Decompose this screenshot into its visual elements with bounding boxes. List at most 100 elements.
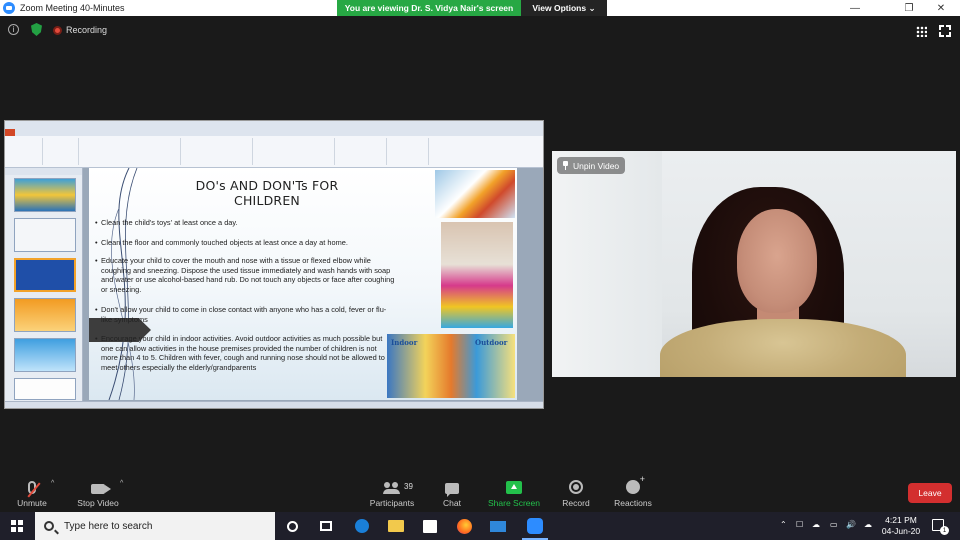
gallery-view-icon[interactable] — [916, 26, 927, 37]
meeting-toolbar: Unmute ^ Stop Video ^ 39 Participants Ch… — [0, 472, 960, 512]
record-dot-icon — [53, 25, 62, 35]
record-label: Record — [562, 498, 590, 508]
slide-thumbnail — [14, 178, 76, 212]
taskbar-clock[interactable]: 4:21 PM 04-Jun-20 — [880, 515, 922, 537]
restore-button[interactable]: ❐ — [894, 0, 924, 16]
meeting-info-icon[interactable]: i — [8, 24, 19, 35]
slide-bullet: Encourage your child in indoor activitie… — [95, 334, 385, 372]
share-screen-label: Share Screen — [488, 498, 540, 508]
taskbar-search-input[interactable] — [64, 520, 254, 532]
slide-thumbnail — [14, 338, 76, 372]
unpin-video-button[interactable]: Unpin Video — [557, 157, 626, 174]
slide-thumbnail — [14, 298, 76, 332]
slide-bullet: Educate your child to cover the mouth an… — [95, 256, 397, 294]
firefox-icon — [456, 518, 472, 534]
store-taskbar-button[interactable] — [420, 516, 440, 536]
participants-count: 39 — [404, 482, 413, 491]
camera-icon — [91, 484, 111, 494]
chat-button[interactable]: Chat — [436, 474, 468, 510]
powerpoint-status-bar — [5, 401, 543, 408]
thumbnails-tab — [5, 168, 82, 175]
recording-indicator[interactable]: Recording — [53, 23, 107, 37]
stop-video-button[interactable]: Stop Video — [74, 474, 122, 510]
share-screen-icon — [506, 481, 522, 494]
powerpoint-ribbon — [5, 136, 543, 168]
participant-video-tile[interactable]: Unpin Video — [552, 151, 956, 377]
zoom-taskbar-button[interactable] — [525, 516, 545, 536]
clock-date: 04-Jun-20 — [881, 526, 921, 536]
show-hidden-icons[interactable]: ⌃ — [780, 520, 787, 529]
search-icon — [44, 521, 54, 531]
leave-button[interactable]: Leave — [908, 483, 952, 503]
unmute-button[interactable]: Unmute — [14, 474, 50, 510]
minimize-button[interactable]: — — [840, 0, 870, 16]
mail-icon — [490, 520, 506, 532]
notification-count-badge: 1 — [940, 526, 949, 535]
file-explorer-icon — [388, 520, 404, 532]
ppt-file-tab — [5, 129, 15, 136]
encryption-shield-icon[interactable] — [31, 23, 42, 36]
window-title: Zoom Meeting 40-Minutes — [20, 3, 125, 13]
slide-thumbnail — [14, 218, 76, 252]
zoom-icon — [527, 518, 543, 534]
participant-shirt — [660, 319, 906, 377]
fullscreen-icon[interactable] — [938, 24, 952, 38]
pin-icon — [562, 161, 569, 170]
network-icon[interactable]: ☁ — [864, 520, 872, 529]
store-icon — [423, 519, 437, 533]
screen-share-banner: You are viewing Dr. S. Vidya Nair's scre… — [337, 0, 607, 16]
cortana-button[interactable] — [282, 516, 302, 536]
indoor-outdoor-illustration: Indoor Outdoor — [387, 334, 515, 398]
firefox-taskbar-button[interactable] — [454, 516, 474, 536]
mother-child-cleaning-photo — [441, 222, 513, 328]
task-view-icon — [320, 521, 332, 531]
windows-taskbar: ⌃ ☐ ☁ ▭ 🔊 ☁ 4:21 PM 04-Jun-20 1 — [0, 512, 960, 540]
participants-button[interactable]: 39 Participants — [366, 474, 418, 510]
shared-screen[interactable]: DO's AND DON'Ts FOR CHILDREN Clean the c… — [4, 120, 544, 409]
windows-start-icon[interactable] — [11, 520, 23, 532]
zoom-app-icon — [3, 2, 15, 14]
reactions-button[interactable]: Reactions — [612, 474, 654, 510]
mail-taskbar-button[interactable] — [488, 516, 508, 536]
volume-icon[interactable]: 🔊 — [846, 520, 856, 529]
viewing-screen-label: You are viewing Dr. S. Vidya Nair's scre… — [337, 0, 521, 16]
record-icon — [569, 480, 583, 494]
slide-thumbnail — [14, 378, 76, 400]
outdoor-label: Outdoor — [475, 338, 508, 347]
participant-face — [737, 209, 817, 313]
meeting-status-row: i Recording — [0, 20, 960, 40]
muted-mic-icon — [28, 481, 36, 494]
audio-options-caret[interactable]: ^ — [51, 480, 54, 487]
view-options-button[interactable]: View Options ⌄ — [521, 0, 607, 16]
slide-bullet: Don't allow your child to come in close … — [95, 305, 391, 324]
slide-editing-area: DO's AND DON'Ts FOR CHILDREN Clean the c… — [83, 168, 543, 401]
cortana-icon — [286, 520, 298, 532]
powerpoint-ribbon-tabs — [5, 129, 543, 136]
close-button[interactable]: ✕ — [926, 0, 956, 16]
chat-label: Chat — [443, 498, 461, 508]
reactions-label: Reactions — [614, 498, 652, 508]
current-slide: DO's AND DON'Ts FOR CHILDREN Clean the c… — [89, 168, 517, 400]
onedrive-icon[interactable]: ☁ — [812, 520, 820, 529]
powerpoint-title-bar — [5, 121, 543, 129]
slide-thumbnails — [5, 168, 83, 401]
share-screen-button[interactable]: Share Screen — [486, 474, 542, 510]
slide-title: DO's AND DON'Ts FOR CHILDREN — [195, 178, 339, 208]
clock-time: 4:21 PM — [885, 515, 917, 525]
task-view-button[interactable] — [316, 516, 336, 536]
indoor-label: Indoor — [391, 338, 418, 347]
participants-label: Participants — [369, 498, 415, 508]
unmute-label: Unmute — [17, 498, 47, 508]
edge-taskbar-button[interactable] — [352, 516, 372, 536]
file-explorer-taskbar-button[interactable] — [386, 516, 406, 536]
video-options-caret[interactable]: ^ — [120, 480, 123, 487]
taskbar-search[interactable] — [35, 512, 275, 540]
toys-photo — [435, 170, 515, 218]
stop-video-label: Stop Video — [77, 498, 119, 508]
tray-icon[interactable]: ☐ — [796, 520, 803, 529]
slide-thumbnail — [14, 258, 76, 292]
recording-label: Recording — [66, 25, 108, 35]
record-button[interactable]: Record — [560, 474, 592, 510]
unpin-video-label: Unpin Video — [573, 160, 620, 171]
battery-icon[interactable]: ▭ — [830, 520, 838, 529]
